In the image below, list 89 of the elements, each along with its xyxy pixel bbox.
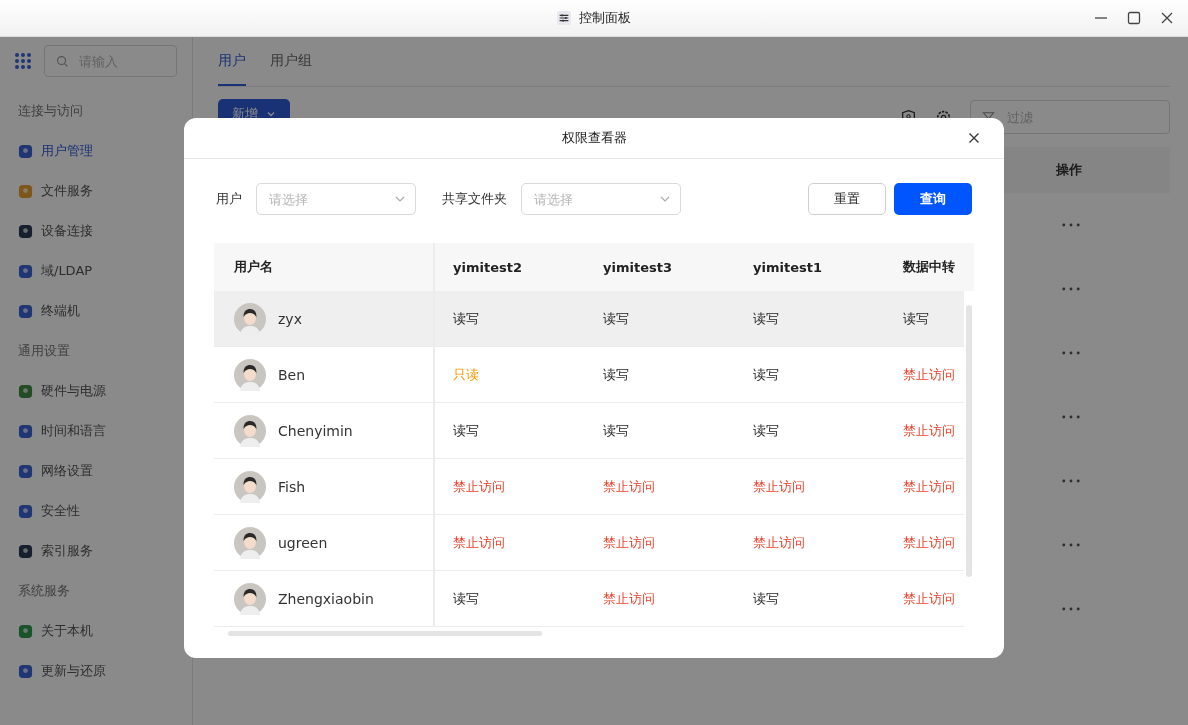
scrollbar-thumb[interactable] xyxy=(966,305,972,577)
permission-text: 禁止访问 xyxy=(453,533,505,552)
table-row[interactable]: Zhengxiaobin 读写 禁止访问 读写 禁止访问 xyxy=(214,571,964,627)
sidebar-item[interactable]: 网络设置 xyxy=(18,451,192,491)
sidebar-item[interactable]: 文件服务 xyxy=(18,171,192,211)
filter-label: 用户 xyxy=(216,190,242,208)
sidebar-item[interactable]: 关于本机 xyxy=(18,611,192,651)
column-header: yimitest2 xyxy=(453,259,522,275)
user-name: zyx xyxy=(278,310,302,327)
permission-text: 禁止访问 xyxy=(753,533,805,552)
more-icon[interactable] xyxy=(1062,607,1080,611)
permission-text: 读写 xyxy=(453,309,479,328)
section-title: 通用设置 xyxy=(18,342,71,360)
avatar-icon xyxy=(234,470,266,503)
permission-text: 读写 xyxy=(603,421,629,440)
permission-text: 读写 xyxy=(753,309,779,328)
column-header: 操作 xyxy=(1056,161,1082,179)
table-row[interactable]: zyx 读写 读写 读写 读写 xyxy=(214,291,964,347)
permission-text: 禁止访问 xyxy=(903,365,955,384)
close-icon[interactable] xyxy=(1160,11,1174,25)
permission-text: 读写 xyxy=(453,589,479,608)
more-icon[interactable] xyxy=(1062,415,1080,419)
permission-text: 禁止访问 xyxy=(603,477,655,496)
table-row[interactable]: Chenyimin 读写 读写 读写 禁止访问 xyxy=(214,403,964,459)
sidebar-item[interactable]: 索引服务 xyxy=(18,531,192,571)
permission-text: 禁止访问 xyxy=(603,533,655,552)
table-row[interactable]: Ben 只读 读写 读写 禁止访问 xyxy=(214,347,964,403)
search-icon xyxy=(56,54,69,68)
user-name: Ben xyxy=(278,366,306,383)
window-title: 控制面板 xyxy=(579,9,631,27)
permission-text: 读写 xyxy=(453,421,479,440)
avatar-icon xyxy=(234,582,266,615)
permission-text: 禁止访问 xyxy=(753,477,805,496)
user-name: ugreen xyxy=(278,534,328,551)
permission-text: 禁止访问 xyxy=(453,477,505,496)
permission-text: 读写 xyxy=(753,365,779,384)
permission-text: 读写 xyxy=(903,309,929,328)
reset-button[interactable]: 重置 xyxy=(808,183,886,215)
permission-text: 禁止访问 xyxy=(903,533,955,552)
permission-text: 读写 xyxy=(753,589,779,608)
filter-label: 共享文件夹 xyxy=(442,190,507,208)
sidebar-item[interactable]: 更新与还原 xyxy=(18,651,192,691)
avatar-icon xyxy=(234,414,266,447)
sidebar-item[interactable]: 域/LDAP xyxy=(18,251,192,291)
maximize-icon[interactable] xyxy=(1127,11,1141,25)
scrollbar-thumb[interactable] xyxy=(228,630,542,636)
section-title: 连接与访问 xyxy=(18,102,84,120)
query-button[interactable]: 查询 xyxy=(894,183,972,215)
select-field[interactable]: 请选择 xyxy=(256,183,416,215)
user-name: Zhengxiaobin xyxy=(278,590,374,607)
permission-text: 禁止访问 xyxy=(603,589,655,608)
permission-text: 只读 xyxy=(453,365,479,384)
avatar-icon xyxy=(234,358,266,391)
more-icon[interactable] xyxy=(1062,223,1080,227)
permission-text: 禁止访问 xyxy=(903,589,955,608)
app-grid-icon[interactable] xyxy=(14,52,32,70)
more-icon[interactable] xyxy=(1062,543,1080,547)
avatar-icon xyxy=(234,302,266,335)
sidebar-item[interactable]: 终端机 xyxy=(18,291,192,331)
avatar-icon xyxy=(234,526,266,559)
more-icon[interactable] xyxy=(1062,479,1080,483)
column-header: yimitest1 xyxy=(753,259,822,275)
tab[interactable]: 用户 xyxy=(218,37,246,86)
permission-text: 禁止访问 xyxy=(903,421,955,440)
sidebar-item[interactable]: 用户管理 xyxy=(18,131,192,171)
more-icon[interactable] xyxy=(1062,351,1080,355)
caret-icon xyxy=(266,109,276,119)
more-icon[interactable] xyxy=(1062,287,1080,291)
table-row[interactable]: ugreen 禁止访问 禁止访问 禁止访问 禁止访问 xyxy=(214,515,964,571)
tab[interactable]: 用户组 xyxy=(270,37,312,86)
sidebar-item[interactable]: 硬件与电源 xyxy=(18,371,192,411)
column-header: 数据中转 xyxy=(903,258,955,276)
table-row[interactable]: Fish 禁止访问 禁止访问 禁止访问 禁止访问 xyxy=(214,459,964,515)
column-header: yimitest3 xyxy=(603,259,672,275)
close-icon[interactable] xyxy=(968,132,980,144)
sidebar-item[interactable]: 时间和语言 xyxy=(18,411,192,451)
user-name: Fish xyxy=(278,478,306,495)
sidebar-item[interactable]: 安全性 xyxy=(18,491,192,531)
permission-text: 读写 xyxy=(753,421,779,440)
dialog-title: 权限查看器 xyxy=(561,129,627,147)
section-title: 系统服务 xyxy=(18,582,71,600)
sidebar-item[interactable]: 设备连接 xyxy=(18,211,192,251)
permission-text: 读写 xyxy=(603,365,629,384)
permission-text: 禁止访问 xyxy=(903,477,955,496)
column-header: 用户名 xyxy=(234,258,273,276)
user-name: Chenyimin xyxy=(278,422,353,439)
permission-text: 读写 xyxy=(603,309,629,328)
select-field[interactable]: 请选择 xyxy=(521,183,681,215)
control-panel-icon xyxy=(557,11,571,25)
